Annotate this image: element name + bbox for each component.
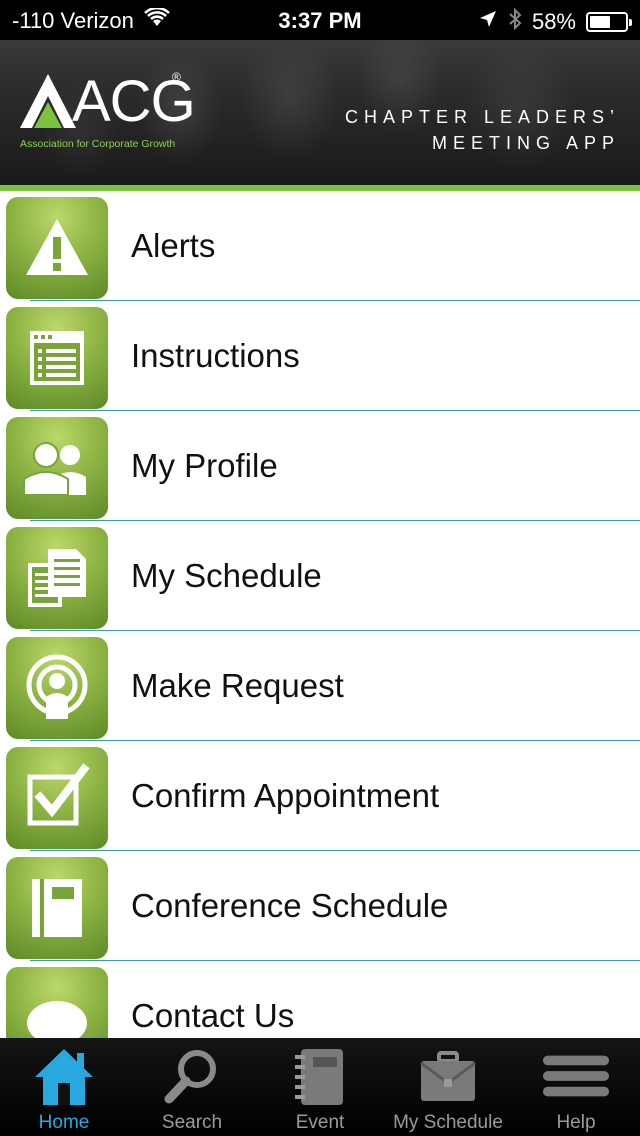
menu-item-label: Make Request <box>131 667 344 704</box>
main-menu[interactable]: Alerts Instructions My Profile My Schedu… <box>0 191 640 1038</box>
menu-item-label: Conference Schedule <box>131 887 449 924</box>
app-header: ACG ® Association for Corporate Growth C… <box>0 40 640 185</box>
tab-home[interactable]: Home <box>0 1038 128 1136</box>
tab-my-schedule[interactable]: My Schedule <box>384 1038 512 1136</box>
document-list-icon <box>6 307 108 409</box>
speech-bubble-icon <box>6 967 108 1038</box>
notebook-icon <box>6 857 108 959</box>
status-bar: -110 Verizon 3:37 PM 58% <box>0 0 640 40</box>
app-tagline: CHAPTER LEADERS’ MEETING APP <box>345 104 620 156</box>
notebook-icon <box>285 1044 355 1108</box>
tab-label: Home <box>38 1112 90 1133</box>
menu-item-label: Instructions <box>131 337 300 374</box>
menu-item-conference-schedule[interactable]: Conference Schedule <box>0 851 640 961</box>
menu-item-contact-us[interactable]: Contact Us <box>0 961 640 1038</box>
people-icon <box>6 417 108 519</box>
search-icon <box>157 1044 227 1108</box>
battery-icon <box>586 12 632 32</box>
menu-item-my-schedule[interactable]: My Schedule <box>0 521 640 631</box>
tab-label: Help <box>556 1112 596 1133</box>
menu-item-make-request[interactable]: Make Request <box>0 631 640 741</box>
home-icon <box>29 1044 99 1108</box>
menu-item-label: Confirm Appointment <box>131 777 440 814</box>
tab-search[interactable]: Search <box>128 1038 256 1136</box>
registered-mark: ® <box>172 70 181 84</box>
menu-item-confirm-appointment[interactable]: Confirm Appointment <box>0 741 640 851</box>
tagline-line-2: MEETING APP <box>431 133 620 153</box>
status-right: 58% <box>478 7 632 36</box>
menu-item-label: Contact Us <box>131 997 295 1034</box>
documents-icon <box>6 527 108 629</box>
warning-icon <box>6 197 108 299</box>
menu-lines-icon <box>541 1044 611 1108</box>
tab-label: Event <box>295 1112 345 1133</box>
tab-bar: Home Search Event My Schedule Help <box>0 1038 640 1136</box>
tab-event[interactable]: Event <box>256 1038 384 1136</box>
bluetooth-icon <box>508 7 522 36</box>
broadcast-person-icon <box>6 637 108 739</box>
location-arrow-icon <box>478 9 498 35</box>
tab-help[interactable]: Help <box>512 1038 640 1136</box>
tagline-line-1: CHAPTER LEADERS’ <box>344 107 620 127</box>
tab-label: Search <box>161 1112 223 1133</box>
menu-item-label: My Schedule <box>131 557 322 594</box>
tab-label: My Schedule <box>393 1112 503 1133</box>
logo-subtitle: Association for Corporate Growth <box>20 138 176 150</box>
menu-item-label: My Profile <box>131 447 278 484</box>
briefcase-icon <box>413 1044 483 1108</box>
battery-percent: 58% <box>531 9 576 34</box>
checkbox-icon <box>6 747 108 849</box>
menu-item-alerts[interactable]: Alerts <box>0 191 640 301</box>
menu-item-my-profile[interactable]: My Profile <box>0 411 640 521</box>
acg-logo: ACG ® Association for Corporate Growth <box>20 68 196 158</box>
menu-item-instructions[interactable]: Instructions <box>0 301 640 411</box>
menu-item-label: Alerts <box>131 227 216 264</box>
